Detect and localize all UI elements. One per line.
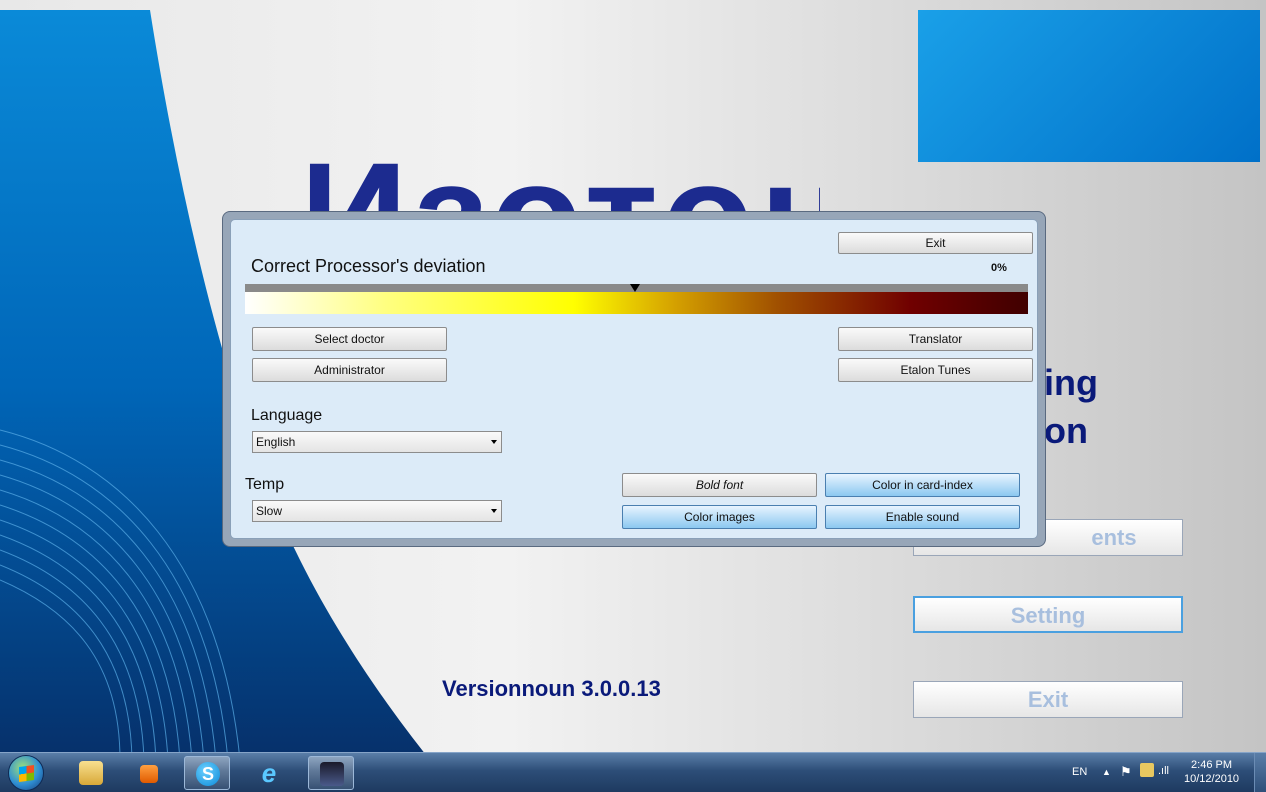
- show-desktop-button[interactable]: [1254, 753, 1266, 792]
- background-title-fragment-2: on: [1044, 410, 1088, 451]
- app-icon: [320, 762, 344, 786]
- deviation-marker[interactable]: [630, 284, 640, 292]
- settings-dialog-body: Correct Processor's deviation Exit 0% Se…: [230, 219, 1038, 539]
- action-center-icon[interactable]: ⚑: [1120, 764, 1132, 780]
- clock[interactable]: 2:46 PM 10/12/2010: [1184, 758, 1239, 786]
- settings-dialog: Correct Processor's deviation Exit 0% Se…: [222, 211, 1046, 547]
- windows-logo-icon: [19, 764, 34, 783]
- network-warning-icon[interactable]: [1140, 763, 1154, 777]
- folder-icon: [79, 761, 103, 785]
- enable-sound-button[interactable]: Enable sound: [825, 505, 1020, 529]
- desktop-screen: Изотон ing on ents Setting Exit Versionn…: [0, 0, 1266, 792]
- language-indicator[interactable]: EN: [1072, 766, 1087, 778]
- chevron-down-icon: [491, 509, 497, 513]
- taskbar-media-player[interactable]: [126, 756, 172, 790]
- progress-percent: 0%: [991, 262, 1007, 274]
- taskbar: S e EN ▲ ⚑ .ıll 2:46 PM 10/12/2010: [0, 752, 1266, 792]
- dialog-exit-button[interactable]: Exit: [838, 232, 1033, 254]
- signal-icon[interactable]: .ıll: [1158, 765, 1169, 777]
- dialog-title: Correct Processor's deviation: [251, 256, 486, 276]
- chevron-down-icon: [491, 440, 497, 444]
- language-select[interactable]: English: [252, 431, 502, 453]
- taskbar-internet-explorer[interactable]: e: [246, 756, 292, 790]
- background-corner-panel: [918, 10, 1260, 162]
- select-doctor-button[interactable]: Select doctor: [252, 327, 447, 351]
- translator-button[interactable]: Translator: [838, 327, 1033, 351]
- temp-selected-value: Slow: [256, 504, 283, 518]
- clock-date: 10/12/2010: [1184, 773, 1240, 785]
- clock-time: 2:46 PM: [1191, 759, 1233, 771]
- color-images-button[interactable]: Color images: [622, 505, 817, 529]
- temp-label: Temp: [245, 476, 285, 493]
- language-selected-value: English: [256, 435, 296, 449]
- app-logo: Изотон: [300, 140, 820, 220]
- setting-menu-button[interactable]: Setting: [913, 596, 1183, 633]
- version-label: Versionnoun 3.0.0.13: [442, 676, 661, 701]
- exit-menu-button[interactable]: Exit: [913, 681, 1183, 718]
- temp-select[interactable]: Slow: [252, 500, 502, 522]
- taskbar-skype[interactable]: S: [184, 756, 230, 790]
- color-in-card-index-button[interactable]: Color in card-index: [825, 473, 1020, 497]
- skype-icon: S: [196, 762, 220, 786]
- bold-font-button[interactable]: Bold font: [622, 473, 817, 497]
- media-player-icon: [140, 765, 158, 783]
- etalon-tunes-button[interactable]: Etalon Tunes: [838, 358, 1033, 382]
- background-title-fragment-1: ing: [1044, 362, 1098, 403]
- internet-explorer-icon: e: [261, 758, 277, 788]
- deviation-gradient-bar: [245, 292, 1028, 314]
- administrator-button[interactable]: Administrator: [252, 358, 447, 382]
- taskbar-app[interactable]: [308, 756, 354, 790]
- tray-expand-icon[interactable]: ▲: [1102, 767, 1111, 777]
- start-button[interactable]: [8, 755, 44, 791]
- language-label: Language: [251, 407, 323, 424]
- taskbar-explorer[interactable]: [68, 756, 114, 790]
